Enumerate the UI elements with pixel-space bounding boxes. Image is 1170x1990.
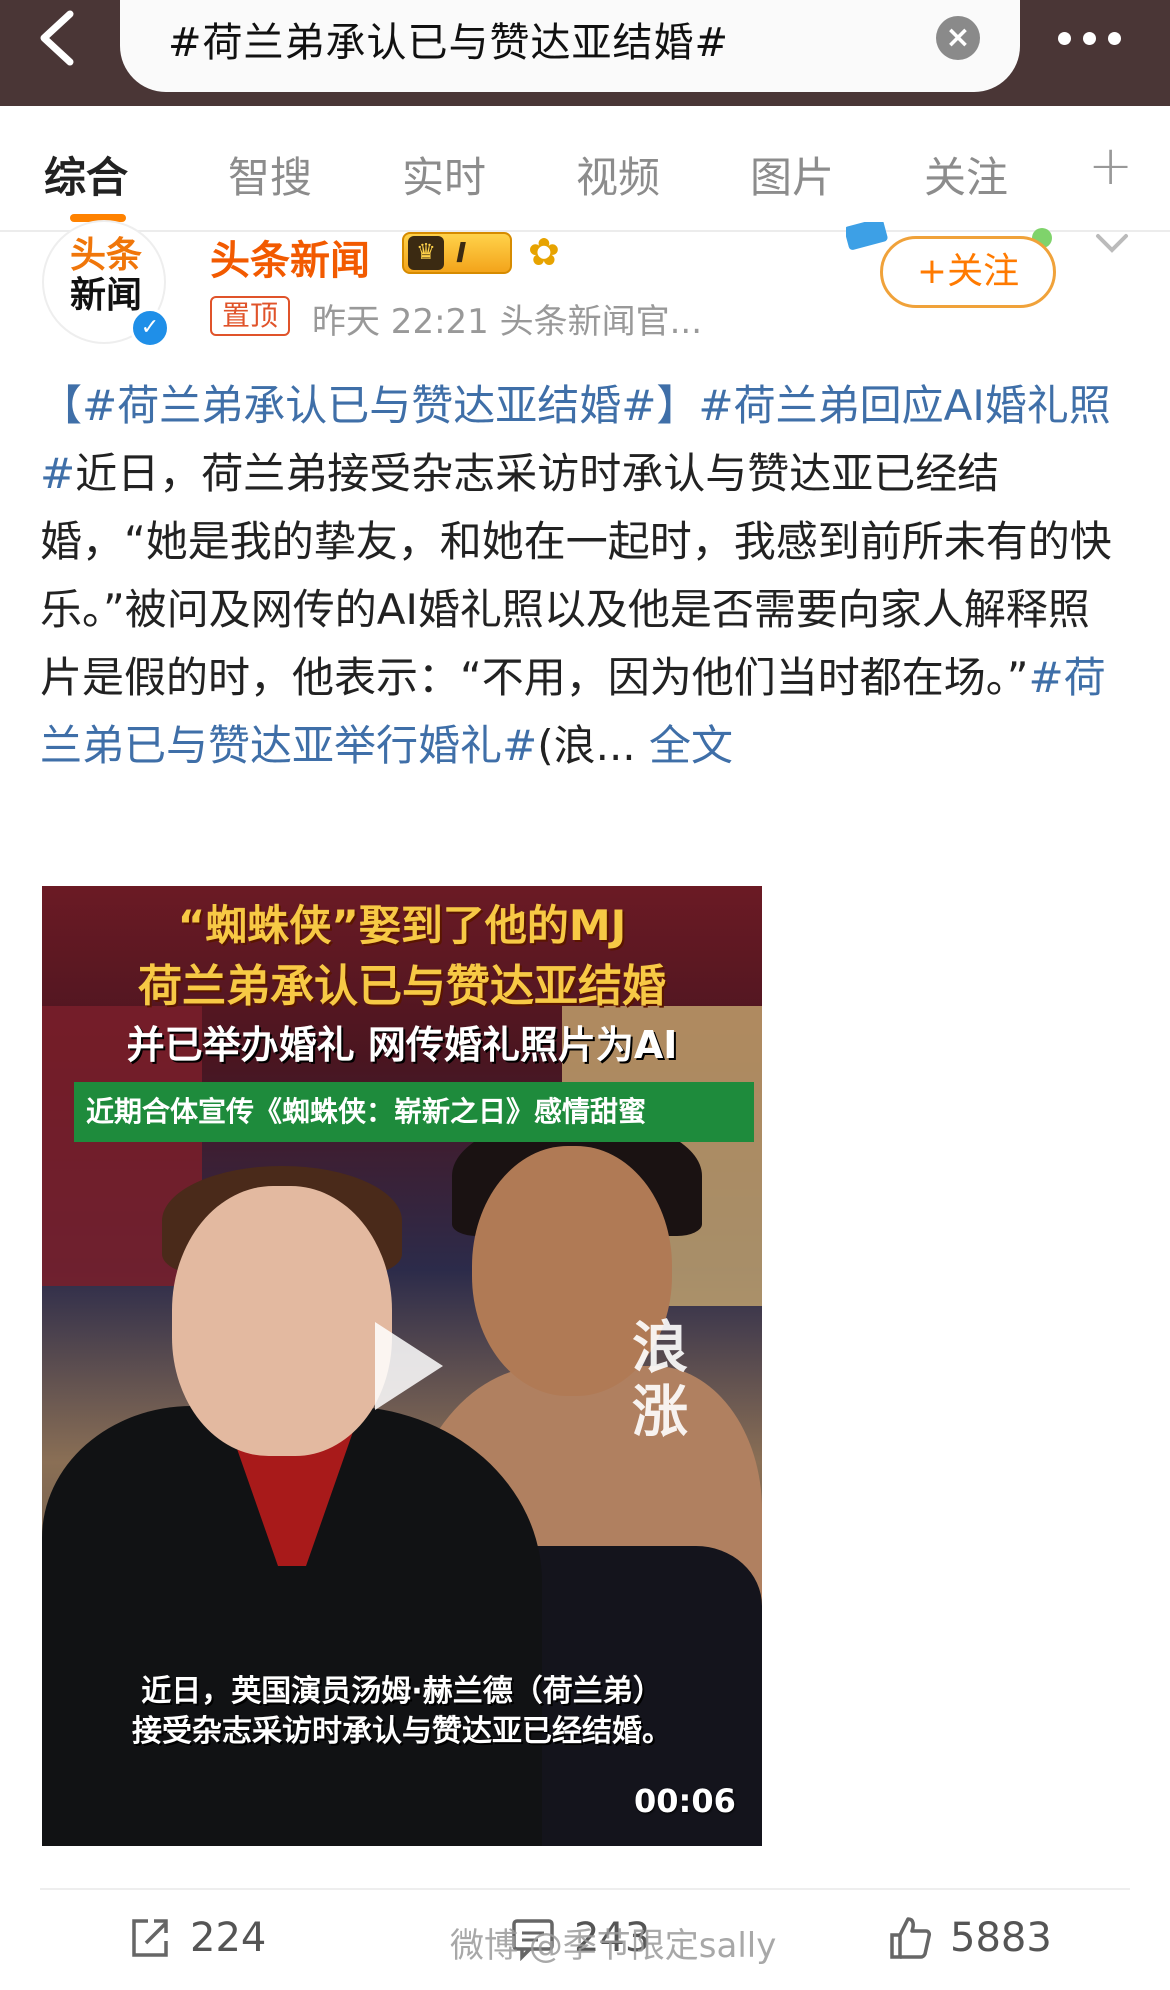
like-button[interactable]: 5883 — [886, 1910, 1052, 1966]
repost-icon — [132, 1919, 168, 1957]
search-query[interactable]: #荷兰弟承认已与赞达亚结婚# — [168, 10, 729, 68]
hashtag-link[interactable]: 【#荷兰弟承认已与赞达亚结婚#】 — [40, 381, 698, 430]
like-count: 5883 — [950, 1915, 1052, 1961]
weibo-watermark: 微博 @季节限定sally — [450, 1926, 777, 1966]
post-meta: 昨天 22:21 头条新闻官... — [312, 302, 703, 342]
crown-icon: ♛ — [408, 236, 444, 270]
verified-icon: ✓ — [130, 308, 170, 348]
search-bar[interactable]: #荷兰弟承认已与赞达亚结婚# × — [120, 0, 1020, 92]
pinned-badge: 置顶 — [210, 296, 291, 336]
video-duration: 00:06 — [634, 1782, 736, 1820]
author-name[interactable]: 头条新闻 — [210, 228, 370, 286]
thumbs-up-icon — [890, 1917, 931, 1959]
tab-smart-search[interactable]: 智搜 — [228, 144, 312, 205]
divider — [40, 1888, 1130, 1890]
repost-count: 224 — [190, 1915, 267, 1961]
avatar[interactable]: 头条 新闻 ✓ — [42, 220, 170, 348]
play-icon[interactable] — [367, 1316, 447, 1416]
top-header: #荷兰弟承认已与赞达亚结婚# × — [0, 0, 1170, 106]
video-subtitle: 近日，英国演员汤姆·赫兰德（荷兰弟） 接受杂志采访时承认与赞达亚已经结婚。 — [132, 1674, 672, 1749]
flower-icon: ✿ — [528, 230, 560, 274]
tab-following[interactable]: 关注 — [924, 144, 1008, 205]
video-player[interactable]: “蜘蛛侠”娶到了他的MJ 荷兰弟承认已与赞达亚结婚 并已举办婚礼 网传婚礼照片为… — [42, 886, 762, 1846]
back-button[interactable] — [30, 6, 90, 70]
add-tab-icon[interactable]: + — [1088, 134, 1133, 197]
video-watermark: 浪涨 — [632, 1315, 688, 1445]
avatar-logo: 头条 新闻 — [69, 235, 142, 316]
video-title-line: “蜘蛛侠”娶到了他的MJ — [177, 901, 627, 950]
full-text-link[interactable]: 全文 — [636, 721, 733, 770]
search-tabs: 综合 智搜 实时 视频 图片 关注 + — [0, 106, 1170, 232]
tab-comprehensive[interactable]: 综合 — [44, 144, 128, 205]
video-title-line: 荷兰弟承认已与赞达亚结婚 — [138, 961, 666, 1012]
close-circle-icon[interactable]: × — [936, 16, 980, 60]
post-text: 【#荷兰弟承认已与赞达亚结婚#】#荷兰弟回应AI婚礼照#近日，荷兰弟接受杂志采访… — [40, 372, 1130, 780]
chevron-left-icon — [40, 10, 74, 66]
post-body-text: 近日，荷兰弟接受杂志采访时承认与赞达亚已经结婚，“她是我的挚友，和她在一起时，我… — [40, 449, 1112, 702]
follow-button[interactable]: +关注 — [880, 236, 1056, 308]
more-dots-icon[interactable] — [1058, 18, 1148, 58]
chevron-down-icon[interactable] — [1092, 228, 1132, 258]
post-body-text: (浪... — [537, 721, 636, 770]
tab-video[interactable]: 视频 — [576, 144, 660, 205]
video-title-line: 并已举办婚礼 网传婚礼照片为AI — [126, 1023, 678, 1067]
tab-images[interactable]: 图片 — [750, 144, 834, 205]
video-banner: 近期合体宣传《蜘蛛侠：崭新之日》感情甜蜜 — [74, 1082, 754, 1142]
tab-realtime[interactable]: 实时 — [402, 144, 486, 205]
crown-level-badge: ♛ I — [402, 232, 512, 274]
repost-button[interactable]: 224 — [126, 1910, 266, 1966]
